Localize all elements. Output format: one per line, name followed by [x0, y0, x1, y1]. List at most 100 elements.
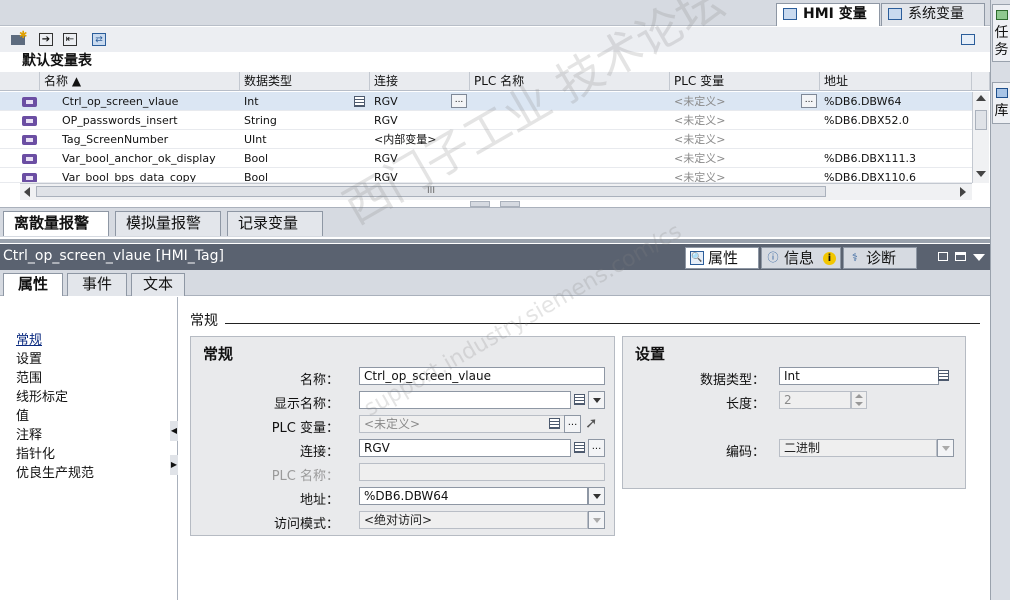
cell-plc-name[interactable]: [470, 92, 670, 111]
scroll-left-arrow-icon[interactable]: [24, 187, 30, 197]
encoding-field[interactable]: 二进制: [779, 439, 937, 457]
cell-datatype[interactable]: Bool: [240, 149, 370, 168]
table-row[interactable]: Ctrl_op_screen_vlaue Int RGV ... <未定义> .…: [0, 92, 972, 111]
nav-settings[interactable]: 设置: [16, 351, 42, 369]
stepper-down-icon[interactable]: [855, 402, 863, 406]
length-field[interactable]: 2: [779, 391, 851, 409]
cell-plc-name[interactable]: [470, 168, 670, 182]
display-name-field[interactable]: [359, 391, 571, 409]
table-row[interactable]: Var_bool_bps_data_copy Bool RGV <未定义> %D…: [0, 168, 972, 183]
cell-address[interactable]: %DB6.DBX110.6: [820, 168, 970, 182]
cell-datatype[interactable]: UInt: [240, 130, 370, 149]
collapse-arrow-icon[interactable]: [973, 254, 985, 261]
address-field[interactable]: %DB6.DBW64: [359, 487, 588, 505]
tag-table-horizontal-scrollbar[interactable]: III: [20, 183, 972, 200]
tasks-tab[interactable]: 任务: [992, 4, 1010, 62]
connection-browse-button[interactable]: ...: [588, 439, 605, 457]
inspector-tab-properties[interactable]: 🔍 属性: [685, 247, 759, 269]
collapse-nav-left-icon[interactable]: ◀: [170, 421, 178, 441]
scroll-up-arrow-icon[interactable]: [976, 95, 986, 101]
export-button[interactable]: ➔: [36, 30, 56, 48]
panel-toggle-button[interactable]: [958, 30, 978, 48]
cell-plc-name[interactable]: [470, 130, 670, 149]
nav-range[interactable]: 范围: [16, 370, 42, 388]
inspector-tab-diagnostics[interactable]: ⚕ 诊断: [843, 247, 917, 269]
cell-address[interactable]: [820, 130, 970, 149]
subtab-events[interactable]: 事件: [67, 273, 127, 296]
cell-connection[interactable]: RGV: [370, 111, 470, 130]
float-window-icon[interactable]: [938, 252, 948, 261]
maximize-icon[interactable]: [955, 252, 966, 261]
connection-list-icon[interactable]: [574, 442, 585, 453]
add-tag-button[interactable]: ✱: [8, 30, 28, 48]
cell-address[interactable]: %DB6.DBX52.0: [820, 111, 970, 130]
cell-plc-name[interactable]: [470, 149, 670, 168]
connection-browse-button[interactable]: ...: [451, 94, 467, 108]
cell-address[interactable]: %DB6.DBX111.3: [820, 149, 970, 168]
access-mode-dropdown[interactable]: [588, 511, 605, 529]
cell-name[interactable]: Tag_ScreenNumber: [58, 130, 238, 149]
table-row[interactable]: Var_bool_anchor_ok_display Bool RGV <未定义…: [0, 149, 972, 168]
column-header-connection[interactable]: 连接: [370, 72, 470, 91]
address-dropdown[interactable]: [588, 487, 605, 505]
column-header-name[interactable]: 名称 ▲: [40, 72, 240, 91]
plc-tag-browse-button[interactable]: ...: [564, 415, 581, 433]
plc-tag-field[interactable]: <未定义>: [359, 415, 571, 433]
cell-plc-name[interactable]: [470, 111, 670, 130]
horizontal-scroll-thumb[interactable]: III: [36, 186, 826, 197]
nav-multiplexing[interactable]: 指针化: [16, 446, 55, 464]
cell-plc-tag[interactable]: <未定义>: [670, 149, 820, 168]
name-field[interactable]: Ctrl_op_screen_vlaue: [359, 367, 605, 385]
scroll-thumb[interactable]: [975, 110, 987, 130]
access-mode-field[interactable]: <绝对访问>: [359, 511, 588, 529]
nav-values[interactable]: 值: [16, 408, 29, 426]
display-name-list-icon[interactable]: [574, 394, 585, 405]
subtab-properties[interactable]: 属性: [3, 273, 63, 296]
scroll-right-arrow-icon[interactable]: [960, 187, 966, 197]
column-header-address[interactable]: 地址: [820, 72, 972, 91]
nav-general[interactable]: 常规: [16, 332, 42, 350]
cell-connection[interactable]: RGV: [370, 149, 470, 168]
cell-connection[interactable]: <内部变量>: [370, 130, 470, 149]
datatype-field[interactable]: Int: [779, 367, 939, 385]
cell-connection[interactable]: RGV: [370, 168, 470, 182]
cell-plc-tag[interactable]: <未定义>: [670, 92, 800, 111]
cell-address[interactable]: %DB6.DBW64: [820, 92, 970, 111]
cell-plc-tag[interactable]: <未定义>: [670, 168, 820, 182]
nav-comment[interactable]: 注释: [16, 427, 42, 445]
goto-plc-tag-arrow-icon[interactable]: ➚: [585, 414, 598, 432]
tab-analog-alarms[interactable]: 模拟量报警: [115, 211, 221, 236]
panel-divider[interactable]: [0, 239, 990, 243]
cell-name[interactable]: Ctrl_op_screen_vlaue: [58, 92, 238, 111]
column-header-plc-tag[interactable]: PLC 变量: [670, 72, 820, 91]
cell-datatype[interactable]: String: [240, 111, 370, 130]
encoding-dropdown[interactable]: [937, 439, 954, 457]
stepper-up-icon[interactable]: [855, 394, 863, 398]
expand-nav-right-icon[interactable]: ▶: [170, 455, 178, 475]
cell-name[interactable]: Var_bool_bps_data_copy: [58, 168, 238, 182]
inspector-tab-info[interactable]: ⓘ 信息 i: [761, 247, 841, 269]
libraries-tab[interactable]: 库: [992, 82, 1010, 124]
table-row[interactable]: OP_passwords_insert String RGV <未定义> %DB…: [0, 111, 972, 130]
cell-connection[interactable]: RGV: [370, 92, 450, 111]
column-header-datatype[interactable]: 数据类型: [240, 72, 370, 91]
cell-plc-tag[interactable]: <未定义>: [670, 111, 820, 130]
tab-hmi-tags[interactable]: HMI 变量: [776, 3, 880, 26]
tag-table-vertical-scrollbar[interactable]: [972, 92, 989, 183]
goto-connection-button[interactable]: ⇄: [89, 30, 109, 48]
connection-field[interactable]: RGV: [359, 439, 571, 457]
column-header-plc-name[interactable]: PLC 名称: [470, 72, 670, 91]
nav-gmp[interactable]: 优良生产规范: [16, 465, 94, 483]
subtab-texts[interactable]: 文本: [131, 273, 185, 296]
tab-discrete-alarms[interactable]: 离散量报警: [3, 211, 109, 236]
datatype-list-icon[interactable]: [938, 370, 949, 381]
tab-system-tags[interactable]: 系统变量: [881, 3, 985, 26]
cell-name[interactable]: Var_bool_anchor_ok_display: [58, 149, 238, 168]
cell-name[interactable]: OP_passwords_insert: [58, 111, 238, 130]
display-name-dropdown[interactable]: [588, 391, 605, 409]
cell-datatype[interactable]: Int: [240, 92, 350, 111]
length-stepper[interactable]: [851, 391, 867, 409]
nav-linear-scaling[interactable]: 线形标定: [16, 389, 68, 407]
plc-tag-browse-button[interactable]: ...: [801, 94, 817, 108]
tab-logging-tags[interactable]: 记录变量: [227, 211, 323, 236]
